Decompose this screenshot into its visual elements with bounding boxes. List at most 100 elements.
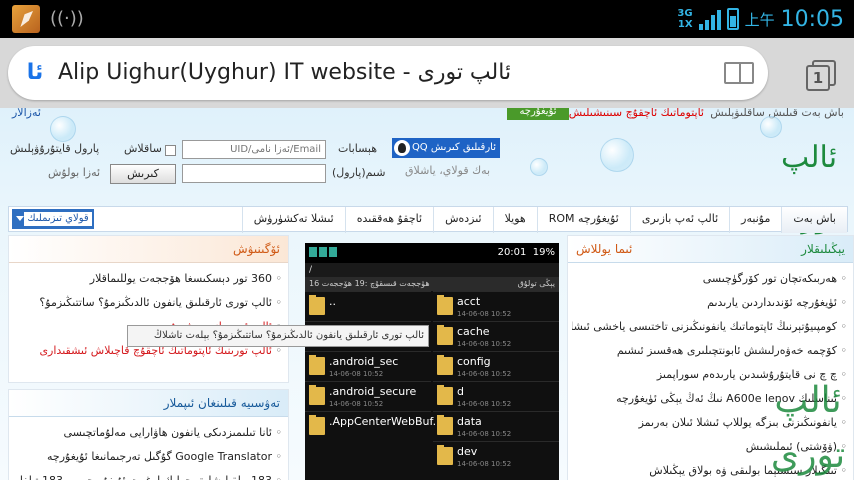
folder-icon (309, 355, 325, 375)
nav-item[interactable]: مۇنبەر (729, 207, 781, 233)
folder-icon (437, 325, 453, 345)
auto-key-link[interactable]: ئاپتوماتىك ئاچقۇچ سىنىشىلىش (569, 108, 704, 119)
list-item[interactable]: كۆچمە خەۋەرلىشش ئابونتچىلىرى ھەقسىز ئىشى… (572, 339, 847, 363)
reader-mode-icon[interactable] (724, 62, 754, 84)
quick-menu-dropdown[interactable]: قولاي تىزىملىك (12, 209, 94, 229)
folder-icon (309, 295, 325, 315)
tabs-button[interactable]: 1 (806, 60, 838, 91)
list-item[interactable]: ئۈيغۇرچە ئۆندىداردىن يارىدىم (572, 291, 847, 315)
shot-col-date: يېڭى تولۇق (517, 279, 555, 288)
nav-item[interactable]: ھويلا (492, 207, 537, 233)
shot-file-item: .AppCenterWebBuf... (305, 411, 443, 441)
remember-checkbox[interactable] (165, 145, 176, 156)
account-label: ھېسابات (338, 142, 378, 155)
uyghur-button[interactable]: ئۇيغۇرچە (507, 108, 569, 120)
nav-item[interactable]: ئاچقۇ ھەققىدە (344, 207, 433, 233)
folder-icon (309, 415, 325, 435)
shot-file-name: acct (457, 295, 481, 308)
folder-icon (437, 415, 453, 435)
recover-password-link[interactable]: پارول قايتۇرۇۋېلىش (10, 142, 99, 155)
logo-watermark: ئالپ تورى (770, 380, 846, 476)
list-item[interactable]: 360 تور دېسكىسغا ھۆججەت يوللىماقلار (13, 267, 282, 291)
shot-file-name: .android_secure (329, 385, 417, 398)
network-type-bottom: 1X (677, 19, 693, 30)
list-item[interactable]: ئالپ تورى ئارقىلىق يانفون ئالدىڭىزمۇ؟ سا… (13, 291, 282, 315)
url-bar[interactable]: ئا Alip Uighur(Uyghur) IT website - ئالپ… (8, 46, 768, 100)
network-type-top: 3G (677, 8, 693, 19)
shot-file-date: 14-06-08 10:52 (457, 430, 512, 438)
tabs-count: 1 (806, 65, 830, 91)
shot-file-item: .android_sec 14-06-08 10:52 (305, 351, 431, 381)
shot-file-item: dev 14-06-08 10:52 (433, 441, 559, 471)
shot-file-name: d (457, 385, 464, 398)
password-input[interactable] (182, 164, 326, 183)
shot-file-name: config (457, 355, 491, 368)
battery-icon (726, 8, 739, 30)
shot-file-item: cache 14-06-08 10:52 (433, 321, 559, 351)
shot-file-name: cache (457, 325, 490, 338)
shot-file-date: 14-06-08 10:52 (457, 310, 512, 318)
site-favicon-icon: ئا (26, 60, 44, 85)
phone-screenshot-image: 20:01 19% / 16 ھۆججەت قىسقۇچ :19 ھۆججەت … (305, 243, 559, 480)
members-link[interactable]: ئەزالار (12, 108, 41, 119)
shot-file-item: data 14-06-08 10:52 (433, 411, 559, 441)
shot-file-item: .. (305, 291, 431, 321)
nav-item[interactable]: ئىزدەش (433, 207, 493, 233)
shot-time: 20:01 (497, 247, 527, 258)
qq-login-button[interactable]: QQ ئارقىلىق كىرىش (392, 138, 500, 158)
shot-columns: 16 ھۆججەت قىسقۇچ :19 ھۆججەت يېڭى تولۇق (305, 277, 559, 291)
shot-file-date: 14-06-08 10:52 (457, 460, 512, 468)
news-title: يېڭىلىقلار (801, 242, 845, 256)
shot-battery: 19% (532, 247, 555, 258)
list-item[interactable]: ئانا تىلىمىزدىكى يانفون ھاۋارايى مەلۇمات… (13, 421, 282, 445)
web-page: باش بەت قىلىش ساقلىۋېلىش ئاپتوماتىك ئاچق… (0, 108, 854, 480)
shot-file-name: .. (329, 295, 336, 308)
news-post-link[interactable]: ئىما يوللاش (576, 236, 632, 263)
learning-list: 360 تور دېسكىسغا ھۆججەت يوللىماقلارئالپ … (9, 263, 288, 363)
account-input[interactable] (182, 140, 326, 159)
register-link[interactable]: ئەزا بولۇش (48, 166, 100, 179)
network-type: 3G 1X (677, 8, 692, 30)
shot-col-name: 16 ھۆججەت قىسقۇچ :19 ھۆججەت (309, 279, 430, 288)
link-tooltip: ئالپ تورى ئارقىلىق يانفون ئالدىڭىزمۇ؟ سا… (127, 325, 429, 347)
nav-item[interactable]: باش بەت (781, 207, 847, 233)
cellular-signal-icon (698, 8, 721, 30)
folder-icon (437, 355, 453, 375)
nav-item[interactable]: ئالپ ئەپ بازىرى (629, 207, 729, 233)
status-bar: ((·)) 3G 1X 上午 10:05 (0, 0, 854, 38)
chevron-down-icon (16, 216, 24, 225)
list-item[interactable]: ھەربىكەتچان تور كۆرگۈچىسى (572, 267, 847, 291)
qq-login-subtext: بەك قولاي، ياشلاق (405, 164, 491, 177)
nav-item[interactable]: ئۇيغۇرچە ROM (536, 207, 630, 233)
list-item[interactable]: 183 يىلقىلىشلىق جولىك لوغەت ئۇيغۇر چىرىن… (13, 469, 282, 480)
page-title[interactable]: Alip Uighur(Uyghur) IT website - ئالپ تو… (58, 58, 511, 88)
learning-header: ئۆگىنىۋش (9, 236, 288, 263)
shot-status-bar: 20:01 19% (305, 243, 559, 263)
quick-menu-label: قولاي تىزىملىك (24, 212, 92, 226)
list-item[interactable]: Google Translator گۇگىل تەرجىمانىغا ئۇيغ… (13, 445, 282, 469)
list-item[interactable]: كومپىيۇتېرنىڭ ئاپتوماتىك يانفونىڭىزنى تا… (572, 315, 847, 339)
app-notification-icon[interactable] (12, 5, 40, 33)
folder-icon (437, 445, 453, 465)
shot-path: / (305, 263, 559, 277)
login-form: QQ ئارقىلىق كىرىش بەك قولاي، ياشلاق ھېسا… (0, 136, 854, 196)
shot-file-item: config 14-06-08 10:52 (433, 351, 559, 381)
shot-file-date: 14-06-08 10:52 (329, 370, 384, 378)
browser-toolbar: ئا Alip Uighur(Uyghur) IT website - ئالپ… (0, 38, 854, 108)
shot-file-name: data (457, 415, 482, 428)
wireless-signal-icon: ((·)) (50, 8, 84, 29)
shot-file-item: acct 14-06-08 10:52 (433, 291, 559, 321)
password-label: شىم(پارول) (332, 166, 386, 179)
nav-item[interactable]: ئىشلا تەكشۈرۈش (241, 207, 345, 233)
main-nav: باش بەت مۇنبەر ئالپ ئەپ بازىرى ئۇيغۇرچە ROM… (8, 206, 848, 233)
remember-label: ساقلاش (124, 142, 162, 155)
news-header: يېڭىلىقلار ئىما يوللاش (568, 236, 853, 263)
status-indicators: 3G 1X 上午 10:05 (677, 0, 844, 38)
recommended-header: تەۋسىيە قىلىنغان ئىپملار (9, 390, 288, 417)
folder-icon (437, 385, 453, 405)
time-ampm: 上午 (744, 10, 775, 29)
login-button[interactable]: كىرىش (110, 164, 176, 184)
qq-penguin-icon (394, 140, 410, 156)
shot-file-name: .AppCenterWebBuf... (329, 415, 444, 428)
shot-file-date: 14-06-08 10:52 (457, 370, 512, 378)
